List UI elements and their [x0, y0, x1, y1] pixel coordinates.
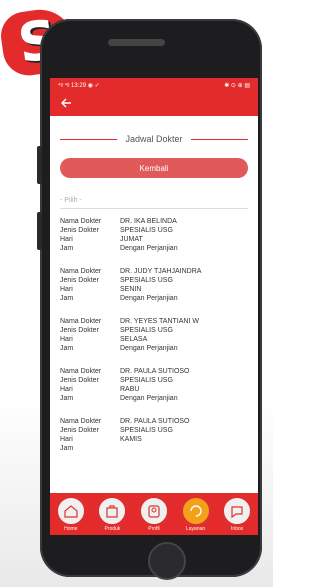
- field-label: Nama Dokter: [60, 368, 102, 375]
- field-value: SELASA: [120, 336, 148, 343]
- phone-side-button: [37, 146, 42, 184]
- phone-screen: ⁴ᵍ ⁴ᵍ 13:29 ◉ ✓ ✱ ⊙ ⊕ ▤ Jadwal Dokter Ke…: [50, 78, 258, 535]
- schedule-row-nama: Nama Dokter DR. IKA BELINDA: [60, 217, 248, 226]
- field-label: Jenis Dokter: [60, 427, 99, 434]
- schedule-row-nama: Nama Dokter DR. JUDY TJAHJAINDRA: [60, 267, 248, 276]
- phone-side-button: [37, 212, 42, 250]
- schedule-row-hari: Hari JUMAT: [60, 235, 248, 244]
- field-value: RABU: [120, 386, 140, 393]
- field-value: DR. PAULA SUTIOSO: [120, 418, 190, 425]
- nav-label: Inbox: [231, 526, 244, 532]
- field-label: Hari: [60, 236, 73, 243]
- schedule-row-jam: Jam: [60, 444, 248, 453]
- profile-icon: [138, 496, 169, 526]
- field-value: Dengan Perjanjian: [120, 345, 178, 352]
- nav-item-home[interactable]: Home: [55, 496, 86, 532]
- field-value: JUMAT: [120, 236, 143, 243]
- schedule-list: Nama Dokter DR. IKA BELINDA Jenis Dokter SP…: [60, 217, 248, 453]
- phone-speaker: [108, 39, 165, 46]
- field-value: SPESIALIS USG: [120, 327, 173, 334]
- schedule-row-jenis: Jenis Dokter SPESIALIS USG: [60, 276, 248, 285]
- field-value: SPESIALIS USG: [120, 427, 173, 434]
- field-value: DR. YEYES TANTIANI W: [120, 318, 199, 325]
- schedule-row-nama: Nama Dokter DR. PAULA SUTIOSO: [60, 367, 248, 376]
- field-value: SPESIALIS USG: [120, 227, 173, 234]
- field-value: DR. PAULA SUTIOSO: [120, 368, 190, 375]
- field-label: Jam: [60, 295, 74, 302]
- schedule-row-jam: Jam Dengan Perjanjian: [60, 244, 248, 253]
- doctor-select-placeholder: - Pilih -: [60, 196, 82, 204]
- bag-icon: [97, 496, 128, 526]
- nav-label: Profil: [148, 526, 160, 532]
- field-label: Jam: [60, 345, 74, 352]
- field-value: Dengan Perjanjian: [120, 395, 178, 402]
- field-label: Jam: [60, 245, 74, 252]
- schedule-row-nama: Nama Dokter DR. PAULA SUTIOSO: [60, 417, 248, 426]
- field-label: Nama Dokter: [60, 318, 102, 325]
- nav-label: Home: [64, 526, 78, 532]
- schedule-row-nama: Nama Dokter DR. YEYES TANTIANI W: [60, 317, 248, 326]
- field-label: Jam: [60, 445, 74, 452]
- status-left: ⁴ᵍ ⁴ᵍ 13:29 ◉ ✓: [58, 82, 100, 89]
- back-button[interactable]: Kembali: [60, 158, 248, 178]
- schedule-entry: Nama Dokter DR. JUDY TJAHJAINDRA Jenis Dok…: [60, 267, 248, 303]
- field-label: Jam: [60, 395, 74, 402]
- nav-item-layanan[interactable]: Layanan: [180, 496, 211, 532]
- schedule-row-jenis: Jenis Dokter SPESIALIS USG: [60, 376, 248, 385]
- schedule-entry: Nama Dokter DR. YEYES TANTIANI W Jenis Dok…: [60, 317, 248, 353]
- title-divider-right: [190, 138, 248, 140]
- field-label: Nama Dokter: [60, 418, 102, 425]
- schedule-entry: Nama Dokter DR. IKA BELINDA Jenis Dokter SP…: [60, 217, 248, 253]
- field-label: Nama Dokter: [60, 218, 102, 225]
- app-bar: [50, 92, 258, 116]
- field-value: DR. JUDY TJAHJAINDRA: [120, 268, 202, 275]
- page-title-row: Jadwal Dokter: [60, 134, 248, 144]
- chat-icon: [222, 496, 253, 526]
- schedule-row-hari: Hari RABU: [60, 385, 248, 394]
- home-icon: [55, 496, 86, 526]
- schedule-row-jam: Jam Dengan Perjanjian: [60, 344, 248, 353]
- status-bar: ⁴ᵍ ⁴ᵍ 13:29 ◉ ✓ ✱ ⊙ ⊕ ▤: [50, 78, 258, 92]
- phone-home-button: [148, 542, 186, 580]
- nav-item-profil[interactable]: Profil: [138, 496, 169, 532]
- doctor-select[interactable]: - Pilih -: [60, 192, 248, 209]
- field-label: Jenis Dokter: [60, 327, 99, 334]
- arrow-left-icon[interactable]: [60, 96, 72, 112]
- schedule-row-jenis: Jenis Dokter SPESIALIS USG: [60, 426, 248, 435]
- field-label: Hari: [60, 386, 73, 393]
- field-label: Jenis Dokter: [60, 277, 99, 284]
- nav-item-produk[interactable]: Produk: [97, 496, 128, 532]
- bottom-nav: Home Produk Profil Layanan Inbox: [50, 493, 258, 535]
- field-value: Dengan Perjanjian: [120, 295, 178, 302]
- field-value: SENIN: [120, 286, 142, 293]
- nav-label: Produk: [104, 526, 121, 532]
- service-icon: [180, 496, 211, 526]
- field-value: SPESIALIS USG: [120, 277, 173, 284]
- status-right: ✱ ⊙ ⊕ ▤: [224, 82, 250, 89]
- field-value: Dengan Perjanjian: [120, 245, 178, 252]
- field-value: KAMIS: [120, 436, 142, 443]
- field-label: Nama Dokter: [60, 268, 102, 275]
- nav-label: Layanan: [185, 526, 206, 532]
- schedule-row-jenis: Jenis Dokter SPESIALIS USG: [60, 226, 248, 235]
- page-title: Jadwal Dokter: [125, 134, 183, 144]
- field-value: DR. IKA BELINDA: [120, 218, 177, 225]
- nav-item-inbox[interactable]: Inbox: [222, 496, 253, 532]
- field-value: [120, 444, 248, 453]
- schedule-row-jenis: Jenis Dokter SPESIALIS USG: [60, 326, 248, 335]
- field-label: Jenis Dokter: [60, 227, 99, 234]
- field-label: Jenis Dokter: [60, 377, 99, 384]
- schedule-entry: Nama Dokter DR. PAULA SUTIOSO Jenis Dokter…: [60, 417, 248, 453]
- schedule-row-hari: Hari KAMIS: [60, 435, 248, 444]
- schedule-row-hari: Hari SENIN: [60, 285, 248, 294]
- title-divider-left: [60, 138, 118, 140]
- field-label: Hari: [60, 436, 73, 443]
- field-value: SPESIALIS USG: [120, 377, 173, 384]
- field-label: Hari: [60, 336, 73, 343]
- schedule-row-jam: Jam Dengan Perjanjian: [60, 294, 248, 303]
- field-label: Hari: [60, 286, 73, 293]
- schedule-row-jam: Jam Dengan Perjanjian: [60, 394, 248, 403]
- schedule-row-hari: Hari SELASA: [60, 335, 248, 344]
- schedule-entry: Nama Dokter DR. PAULA SUTIOSO Jenis Dokter…: [60, 367, 248, 403]
